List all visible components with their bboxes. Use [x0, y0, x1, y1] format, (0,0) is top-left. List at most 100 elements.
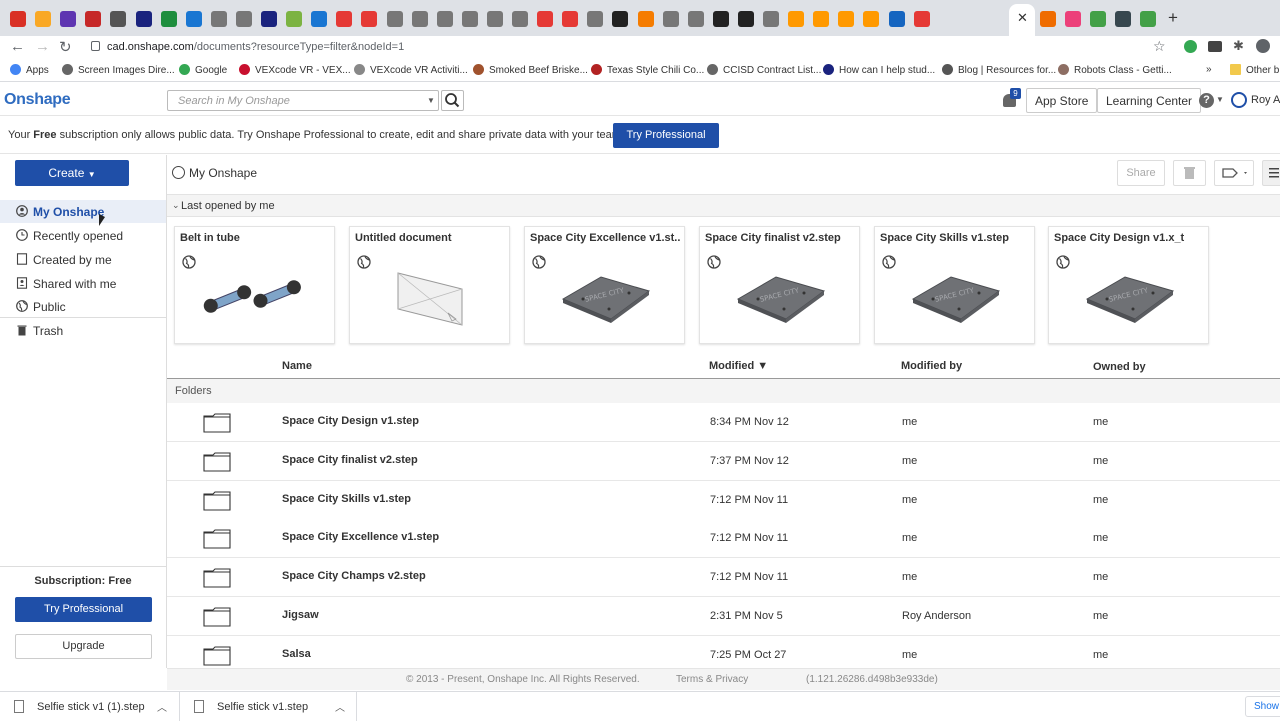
recent-document-card[interactable]: Untitled document	[349, 226, 510, 344]
table-row[interactable]: Space City Champs v2.step 7:12 PM Nov 11 m…	[167, 558, 1280, 598]
tab-favicon-icon[interactable]	[235, 11, 252, 27]
search-input[interactable]: Search in My Onshape ▼	[167, 90, 439, 111]
row-name[interactable]: Space City Champs v2.step	[282, 570, 426, 582]
table-row[interactable]: Space City Excellence v1.step 7:12 PM Nov…	[167, 519, 1280, 559]
tab-favicon-icon[interactable]	[60, 11, 77, 27]
bookmark-item[interactable]: Robots Class - Getti...	[1058, 64, 1172, 76]
row-name[interactable]: Space City Design v1.step	[282, 415, 419, 427]
tab-favicon-icon[interactable]	[562, 11, 579, 27]
tab-favicon-icon[interactable]	[135, 11, 152, 27]
sidebar-item-created-by-me[interactable]: Created by me	[0, 248, 166, 271]
tab-favicon-icon[interactable]	[687, 11, 704, 27]
bookmark-item[interactable]: VEXcode VR - VEX...	[239, 64, 351, 76]
bookmark-item[interactable]: Screen Images Dire...	[62, 64, 175, 76]
tab-favicon-icon[interactable]	[411, 11, 428, 27]
table-row[interactable]: Space City finalist v2.step 7:37 PM Nov 1…	[167, 441, 1280, 481]
column-modified[interactable]: Modified ▼	[709, 360, 768, 372]
tab-favicon-icon[interactable]	[110, 11, 127, 27]
show-all-downloads-button[interactable]: Show	[1245, 696, 1280, 717]
tab-favicon-icon[interactable]	[888, 11, 905, 27]
tab-favicon-icon[interactable]	[788, 11, 805, 27]
download-item[interactable]: Selfie stick v1 (1).step ︿	[0, 692, 180, 721]
bookmark-item[interactable]: Texas Style Chili Co...	[591, 64, 704, 76]
list-view-button[interactable]	[1262, 160, 1280, 186]
recent-document-card[interactable]: Space City Skills v1.step SPACE CITY	[874, 226, 1035, 344]
tab-favicon-icon[interactable]	[461, 11, 478, 27]
tab-favicon-icon[interactable]	[1090, 11, 1106, 27]
share-button[interactable]: Share	[1117, 160, 1165, 186]
user-name[interactable]: Roy An	[1251, 94, 1280, 106]
row-name[interactable]: Space City Skills v1.step	[282, 493, 411, 505]
bookmark-item[interactable]: How can I help stud...	[823, 64, 935, 76]
tab-favicon-icon[interactable]	[1040, 11, 1056, 27]
row-name[interactable]: Jigsaw	[282, 609, 319, 621]
tab-favicon-icon[interactable]	[311, 11, 328, 27]
table-row[interactable]: Space City Skills v1.step 7:12 PM Nov 11 m…	[167, 480, 1280, 520]
other-bookmarks[interactable]: Other b	[1230, 64, 1279, 76]
forward-icon[interactable]: →	[35, 38, 50, 55]
recent-section-header[interactable]: ⌄ Last opened by me	[167, 194, 1280, 217]
new-tab-button[interactable]: +	[1168, 8, 1178, 28]
chevron-up-icon[interactable]: ︿	[335, 699, 345, 714]
recent-document-card[interactable]: Space City Excellence v1.st... SPACE CITY	[524, 226, 685, 344]
chevron-down-icon[interactable]: ▼	[427, 96, 435, 105]
profile-avatar[interactable]	[1256, 39, 1270, 53]
tab-favicon-icon[interactable]	[185, 11, 202, 27]
tab-favicon-icon[interactable]	[612, 11, 629, 27]
tab-favicon-icon[interactable]	[1140, 11, 1156, 27]
bookmark-star-icon[interactable]: ☆	[1153, 38, 1166, 55]
bookmark-item[interactable]: Blog | Resources for...	[942, 64, 1056, 76]
tab-favicon-icon[interactable]	[1065, 11, 1081, 27]
terms-link[interactable]: Terms & Privacy	[676, 674, 748, 685]
tab-favicon-icon[interactable]	[160, 11, 177, 27]
tab-favicon-icon[interactable]	[10, 11, 26, 27]
close-tab-icon[interactable]: ✕	[1017, 10, 1028, 26]
delete-button[interactable]	[1173, 160, 1206, 186]
bookmark-item[interactable]: Apps	[10, 64, 49, 76]
user-avatar-icon[interactable]	[1231, 92, 1247, 108]
tab-favicon-icon[interactable]	[336, 11, 353, 27]
tab-favicon-icon[interactable]	[261, 11, 277, 27]
banner-try-professional-button[interactable]: Try Professional	[613, 123, 719, 148]
tab-favicon-icon[interactable]	[486, 11, 503, 27]
upgrade-button[interactable]: Upgrade	[15, 634, 152, 659]
reload-icon[interactable]: ↻	[59, 38, 72, 56]
search-button[interactable]	[441, 90, 464, 111]
url-field[interactable]: cad.onshape.com/documents?resourceType=f…	[107, 41, 404, 53]
bookmark-item[interactable]: VEXcode VR Activiti...	[354, 64, 468, 76]
sidebar-try-professional-button[interactable]: Try Professional	[15, 597, 152, 622]
learning-center-button[interactable]: Learning Center	[1097, 88, 1202, 113]
column-name[interactable]: Name	[282, 360, 312, 372]
tab-favicon-icon[interactable]	[286, 11, 303, 27]
sidebar-item-my-onshape[interactable]: My Onshape	[0, 200, 166, 223]
tab-favicon-icon[interactable]	[637, 11, 654, 27]
column-modified-by[interactable]: Modified by	[901, 360, 962, 372]
tab-favicon-icon[interactable]	[35, 11, 52, 27]
row-name[interactable]: Space City finalist v2.step	[282, 454, 418, 466]
tab-favicon-icon[interactable]	[737, 11, 754, 27]
tab-favicon-icon[interactable]	[587, 11, 604, 27]
tab-favicon-icon[interactable]	[712, 11, 729, 27]
extensions-puzzle-icon[interactable]: ✱	[1233, 38, 1244, 54]
tab-favicon-icon[interactable]	[512, 11, 528, 27]
tab-favicon-icon[interactable]	[436, 11, 453, 27]
create-button[interactable]: Create ▼	[15, 160, 129, 186]
chevron-up-icon[interactable]: ︿	[157, 699, 167, 714]
recent-document-card[interactable]: Belt in tube	[174, 226, 335, 344]
tab-favicon-icon[interactable]	[863, 11, 880, 27]
tab-favicon-icon[interactable]	[386, 11, 403, 27]
row-name[interactable]: Salsa	[282, 648, 311, 660]
tab-favicon-icon[interactable]	[537, 11, 554, 27]
help-chevron-icon[interactable]: ▼	[1216, 95, 1224, 104]
help-icon[interactable]: ?	[1199, 93, 1214, 108]
tab-favicon-icon[interactable]	[662, 11, 679, 27]
tab-favicon-icon[interactable]	[85, 11, 102, 27]
bookmarks-overflow-button[interactable]: »	[1206, 64, 1212, 75]
onshape-logo[interactable]: Onshape	[4, 91, 71, 109]
extension-icon[interactable]	[1184, 40, 1197, 53]
sidebar-item-recently-opened[interactable]: Recently opened	[0, 224, 166, 247]
tab-favicon-icon[interactable]	[913, 11, 930, 27]
table-row[interactable]: Space City Design v1.step 8:34 PM Nov 12 m…	[167, 403, 1280, 442]
sidebar-item-public[interactable]: Public	[0, 295, 166, 318]
back-icon[interactable]: ←	[10, 38, 25, 55]
